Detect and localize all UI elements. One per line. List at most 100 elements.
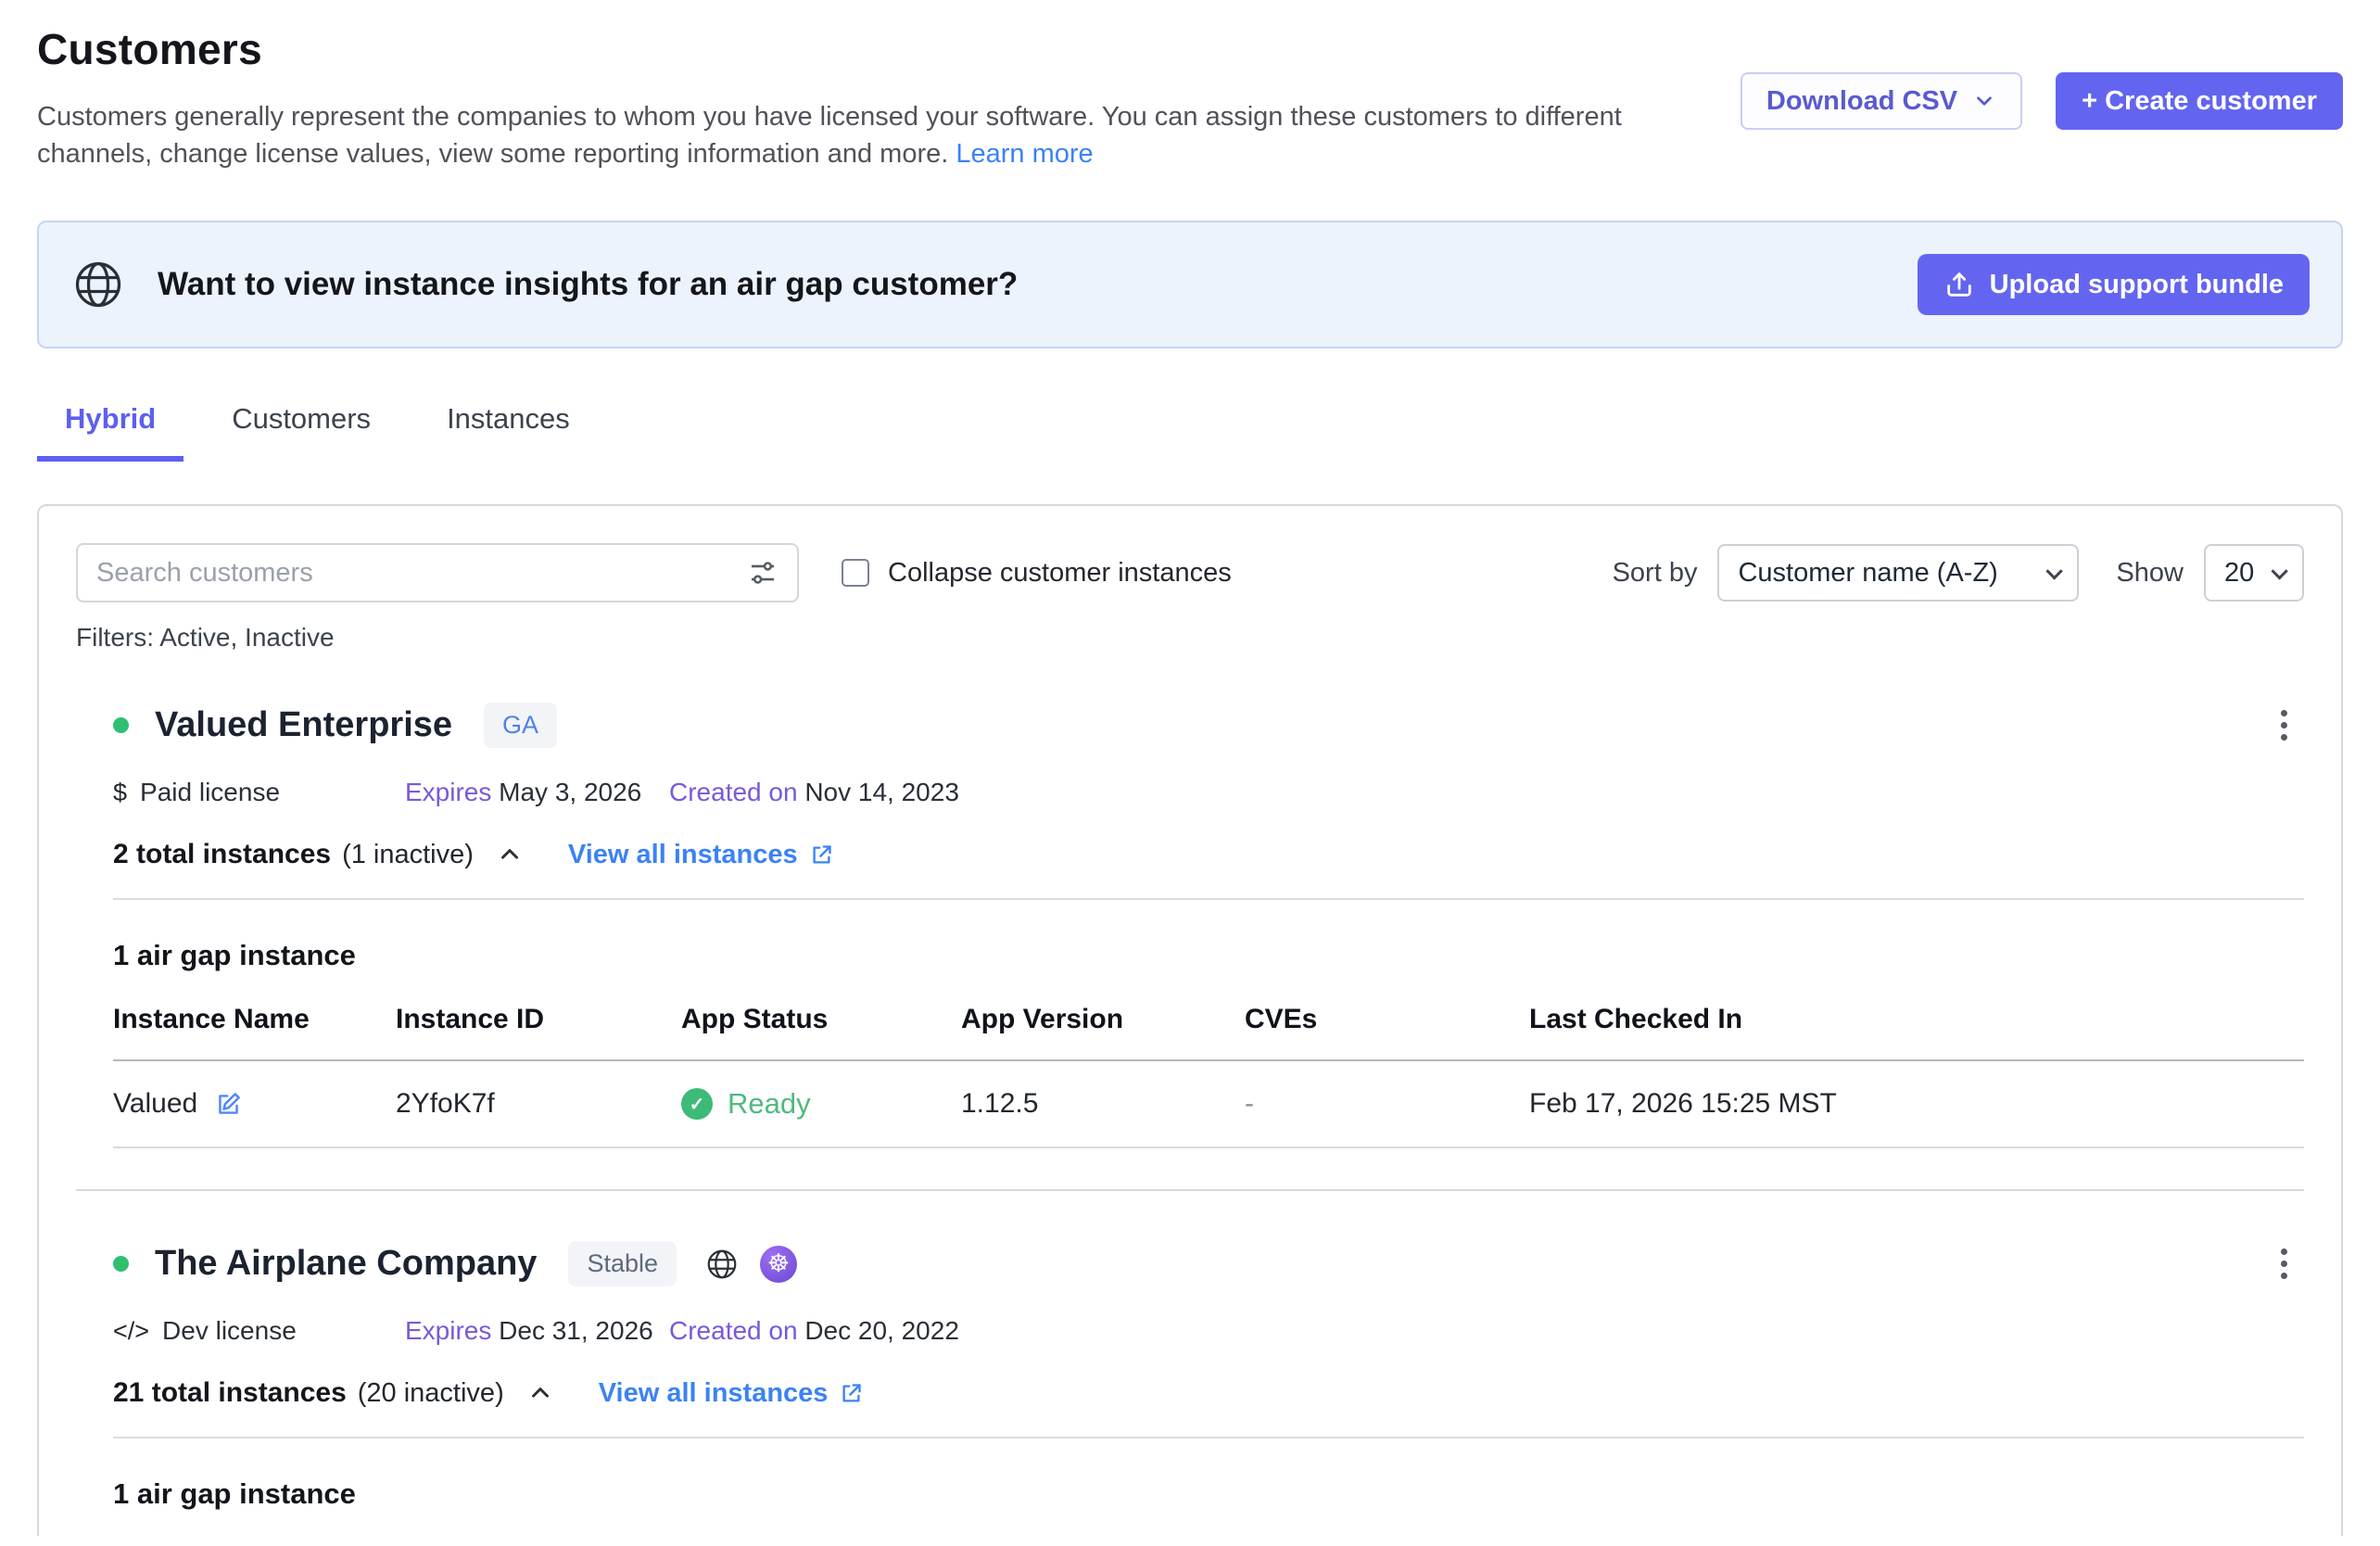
collapse-section-chevron-up-icon[interactable] xyxy=(496,841,524,868)
tab-hybrid[interactable]: Hybrid xyxy=(37,402,184,462)
view-all-instances-link[interactable]: View all instances xyxy=(568,840,834,870)
customer-meta: </> Dev license Expires Dec 31, 2026 Cre… xyxy=(113,1316,2304,1346)
download-csv-label: Download CSV xyxy=(1766,86,1957,117)
view-all-instances-label: View all instances xyxy=(599,1378,829,1409)
edit-icon[interactable] xyxy=(214,1090,243,1119)
show-label: Show xyxy=(2116,558,2184,589)
customer-header: Valued Enterprise GA xyxy=(113,701,2304,750)
created-on-label: Created on xyxy=(669,778,798,806)
customer-name[interactable]: The Airplane Company xyxy=(155,1244,537,1284)
collapse-section-chevron-up-icon[interactable] xyxy=(526,1379,554,1407)
tab-instances-label: Instances xyxy=(447,402,570,435)
divider xyxy=(113,898,2304,900)
license-type: $ Paid license xyxy=(113,778,405,807)
view-tabs: Hybrid Customers Instances xyxy=(37,402,2343,462)
sort-select-value: Customer name (A-Z) xyxy=(1738,558,1997,589)
instances-total: 2 total instances xyxy=(113,839,331,870)
view-all-instances-link[interactable]: View all instances xyxy=(599,1378,865,1409)
instances-summary-row: 2 total instances (1 inactive) View all … xyxy=(113,839,2304,870)
learn-more-link[interactable]: Learn more xyxy=(956,139,1093,169)
airgap-instances-table: Instance Name Instance ID App Status App… xyxy=(113,1004,2304,1148)
air-gap-globe-icon xyxy=(704,1247,740,1282)
airgap-banner-title: Want to view instance insights for an ai… xyxy=(158,266,1018,303)
sort-select[interactable]: Customer name (A-Z) xyxy=(1717,544,2079,602)
expires-date: May 3, 2026 xyxy=(499,778,641,806)
helm-glyph: ☸ xyxy=(767,1249,790,1278)
chevron-down-icon xyxy=(2271,563,2287,579)
upload-icon xyxy=(1943,269,1975,300)
customer-created: Created on Dec 20, 2022 xyxy=(669,1316,959,1346)
helm-icon: ☸ xyxy=(760,1246,797,1283)
create-customer-label: + Create customer xyxy=(2082,86,2317,117)
instances-inactive-count: (1 inactive) xyxy=(342,840,474,870)
airgap-instances-heading: 1 air gap instance xyxy=(113,1477,2304,1511)
cves-value: - xyxy=(1245,1088,1529,1120)
filter-icon[interactable] xyxy=(747,557,779,589)
instances-total: 21 total instances xyxy=(113,1377,347,1409)
tab-customers-label: Customers xyxy=(232,402,371,435)
search-input[interactable] xyxy=(96,558,747,589)
customer-row-the-airplane-company: The Airplane Company Stable ☸ </> xyxy=(76,1239,2304,1536)
expires-label: Expires xyxy=(405,1316,491,1345)
app-status-cell: ✓ Ready xyxy=(681,1087,961,1121)
instances-inactive-count: (20 inactive) xyxy=(358,1378,504,1409)
active-status-dot xyxy=(113,717,129,733)
table-header-row: Instance Name Instance ID App Status App… xyxy=(113,1004,2304,1061)
instances-summary-row: 21 total instances (20 inactive) View al… xyxy=(113,1377,2304,1409)
customer-row-valued-enterprise: Valued Enterprise GA $ Paid license Expi… xyxy=(76,701,2304,1148)
col-instance-name: Instance Name xyxy=(113,1004,396,1035)
license-expiry: Expires Dec 31, 2026 xyxy=(405,1316,669,1346)
customers-card: Collapse customer instances Sort by Cust… xyxy=(37,504,2343,1536)
upload-support-bundle-button[interactable]: Upload support bundle xyxy=(1918,254,2310,315)
upload-support-bundle-label: Upload support bundle xyxy=(1990,270,2284,300)
expires-label: Expires xyxy=(405,778,491,806)
customer-name[interactable]: Valued Enterprise xyxy=(155,705,452,745)
airgap-instances-heading: 1 air gap instance xyxy=(113,939,2304,972)
download-csv-button[interactable]: Download CSV xyxy=(1741,72,2022,130)
channel-badge: Stable xyxy=(568,1241,677,1286)
customer-menu-button[interactable] xyxy=(2272,1239,2297,1288)
col-instance-id: Instance ID xyxy=(396,1004,681,1035)
col-last-checked-in: Last Checked In xyxy=(1529,1004,2304,1035)
page-title: Customers xyxy=(37,24,2343,74)
collapse-instances-checkbox[interactable] xyxy=(842,559,869,587)
search-customers-box xyxy=(76,543,799,602)
instance-name-cell: Valued xyxy=(113,1088,396,1120)
channel-badge: GA xyxy=(484,703,557,748)
customer-created: Created on Nov 14, 2023 xyxy=(669,778,959,807)
customer-separator xyxy=(76,1189,2304,1191)
dollar-icon: $ xyxy=(113,779,127,807)
instance-id: 2YfoK7f xyxy=(396,1088,681,1120)
created-on-label: Created on xyxy=(669,1316,798,1345)
customer-meta: $ Paid license Expires May 3, 2026 Creat… xyxy=(113,778,2304,807)
tab-customers[interactable]: Customers xyxy=(204,402,399,462)
chevron-down-icon xyxy=(2046,563,2063,579)
customer-menu-button[interactable] xyxy=(2272,701,2297,750)
view-all-instances-label: View all instances xyxy=(568,840,798,870)
air-gap-globe-icon xyxy=(70,257,126,312)
created-date: Dec 20, 2022 xyxy=(804,1316,959,1345)
tab-hybrid-label: Hybrid xyxy=(65,402,156,435)
col-app-version: App Version xyxy=(961,1004,1245,1035)
install-type-icons: ☸ xyxy=(704,1246,797,1283)
divider xyxy=(113,1437,2304,1438)
code-icon: </> xyxy=(113,1317,149,1346)
tab-instances[interactable]: Instances xyxy=(419,402,598,462)
show-count-value: 20 xyxy=(2224,558,2254,589)
app-status: Ready xyxy=(728,1087,811,1121)
last-checked-in: Feb 17, 2026 15:25 MST xyxy=(1529,1088,2304,1120)
license-type-label: Dev license xyxy=(162,1316,297,1346)
active-status-dot xyxy=(113,1256,129,1272)
instance-name: Valued xyxy=(113,1088,197,1120)
show-count-select[interactable]: 20 xyxy=(2204,544,2304,602)
expires-date: Dec 31, 2026 xyxy=(499,1316,653,1345)
customers-page: Customers Customers generally represent … xyxy=(0,0,2380,1546)
header-actions: Download CSV + Create customer xyxy=(1741,72,2343,130)
active-filters-text: Filters: Active, Inactive xyxy=(76,623,2304,653)
license-type-label: Paid license xyxy=(140,778,280,807)
create-customer-button[interactable]: + Create customer xyxy=(2056,72,2343,130)
chevron-down-icon xyxy=(1972,89,1996,113)
page-description-text: Customers generally represent the compan… xyxy=(37,102,1622,169)
external-link-icon xyxy=(839,1381,864,1406)
external-link-icon xyxy=(809,843,834,868)
